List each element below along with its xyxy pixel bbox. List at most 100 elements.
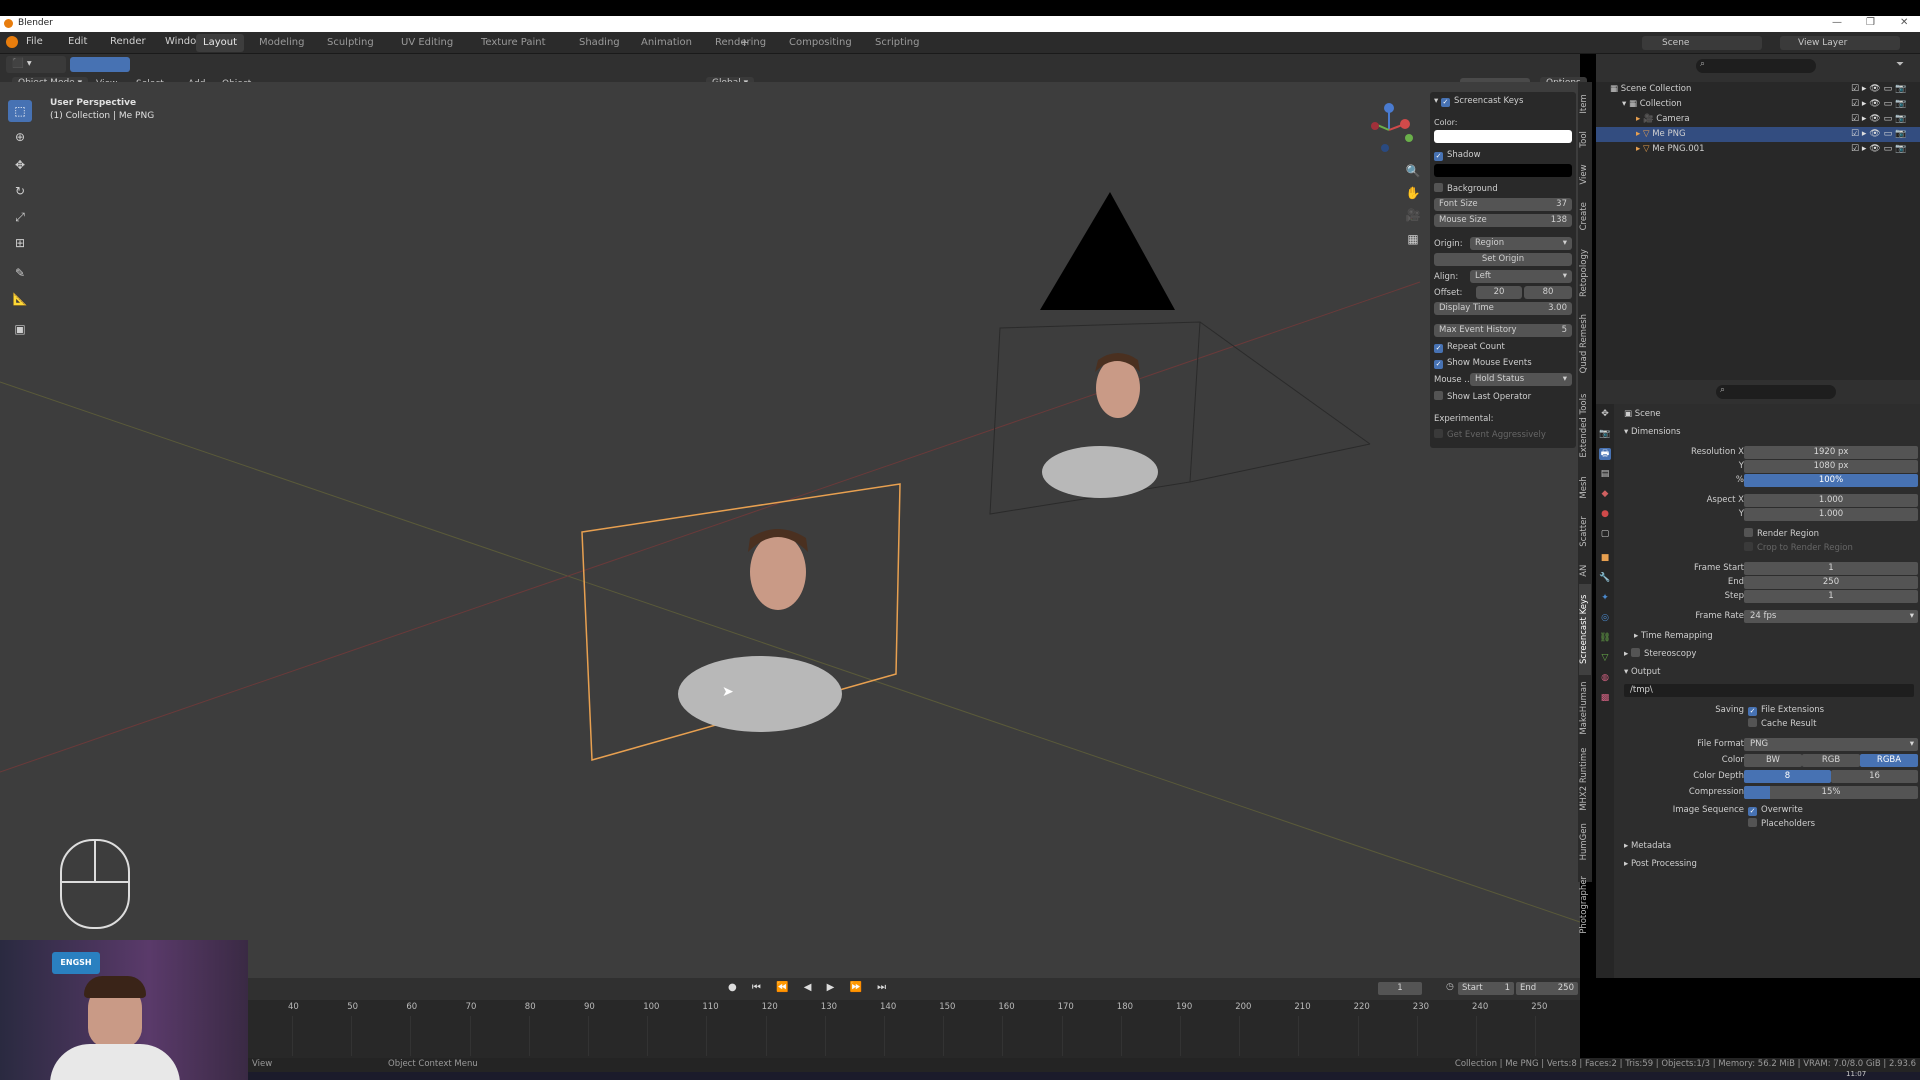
ortho-grid-icon[interactable]: ▦ [1402,228,1424,250]
file-extensions-row[interactable]: ✓ File Extensions [1748,704,1824,717]
get-event-row[interactable]: Get Event Aggressively [1434,428,1574,442]
shadow-color-swatch[interactable] [1434,164,1572,177]
particles-tab-icon[interactable]: ✦ [1599,592,1611,604]
sidebar-tab-mhx2-runtime[interactable]: MHX2 Runtime [1579,742,1591,817]
current-frame-field[interactable]: 1 [1378,982,1422,995]
properties-search-input[interactable] [1716,385,1836,399]
collection-tab-icon[interactable]: ▢ [1599,528,1611,540]
dimensions-section[interactable]: ▾ Dimensions [1624,426,1681,439]
placeholders-checkbox[interactable] [1748,818,1757,827]
origin-dropdown[interactable]: Region ▾ [1470,237,1572,250]
add-cube-tool-icon[interactable]: ▣ [8,318,32,340]
physics-tab-icon[interactable]: ◎ [1599,612,1611,624]
repeat-count-row[interactable]: ✓ Repeat Count [1434,340,1574,354]
workspace-tab-compositing[interactable]: Compositing [782,34,859,52]
res-y-field[interactable]: 1080 px [1744,460,1918,473]
close-icon[interactable]: ✕ [1900,17,1908,28]
menu-file[interactable]: File [26,36,43,47]
shadow-checkbox[interactable]: ✓ [1434,152,1443,161]
render-region-checkbox[interactable] [1744,528,1753,537]
res-x-field[interactable]: 1920 px [1744,446,1918,459]
frame-step-field[interactable]: 1 [1744,590,1918,603]
sidebar-tab-tool[interactable]: Tool [1579,124,1591,156]
sidebar-tab-photographer[interactable]: Photographer [1579,867,1591,942]
display-time-field[interactable]: Display Time 3.00 [1434,302,1572,315]
mouse-size-field[interactable]: Mouse Size 138 [1434,214,1572,227]
repeat-count-checkbox[interactable]: ✓ [1434,344,1443,353]
zoom-icon[interactable]: 🔍 [1402,160,1424,182]
camera-view-icon[interactable]: 🎥 [1402,204,1424,226]
scale-tool-icon[interactable]: ⤢ [8,206,32,228]
frame-end-field[interactable]: 250 [1744,576,1918,589]
workspace-tab-texture-paint[interactable]: Texture Paint [474,34,553,52]
offset-y-field[interactable]: 80 [1524,286,1572,299]
show-mouse-checkbox[interactable]: ✓ [1434,360,1443,369]
overwrite-checkbox[interactable]: ✓ [1748,807,1757,816]
show-last-operator-checkbox[interactable] [1434,391,1443,400]
pan-hand-icon[interactable]: ✋ [1402,182,1424,204]
end-frame-field[interactable]: End 250 [1516,982,1578,995]
file-extensions-checkbox[interactable]: ✓ [1748,707,1757,716]
workspace-tab-animation[interactable]: Animation [634,34,699,52]
compression-slider[interactable]: 15% [1744,786,1918,799]
placeholders-row[interactable]: Placeholders [1748,818,1815,831]
time-remapping-section[interactable]: ▸ Time Remapping [1634,630,1713,643]
timeline-panel[interactable]: 40 50 60 70 80 90 100 110 120 130 140 150 160 170 180 1… [248,1000,1580,1058]
color-bw-button[interactable]: BW [1744,754,1802,767]
frame-rate-dropdown[interactable]: 24 fps ▾ [1744,610,1918,623]
align-dropdown[interactable]: Left ▾ [1470,270,1572,283]
cache-result-checkbox[interactable] [1748,718,1757,727]
world-tab-icon[interactable]: ● [1599,508,1611,520]
me-png-001-plane[interactable] [1042,353,1158,498]
output-section[interactable]: ▾ Output [1624,666,1661,679]
visibility-icons[interactable]: ☑ ▸ 👁 ▭ 📷 ☑ ▸ 👁 ▭ 📷 ☑ ▸ 👁 ▭ 📷 ☑ ▸ 👁 ▭ 📷 ☑ ▸ … [1851,82,1906,157]
color-swatch[interactable] [1434,130,1572,143]
sidebar-tab-makehuman[interactable]: MakeHuman [1579,679,1591,738]
background-row[interactable]: Background [1434,182,1574,196]
stereoscopy-section[interactable]: ▸ Stereoscopy [1624,648,1696,661]
shadow-row[interactable]: ✓ Shadow [1434,148,1574,162]
view-layer-selector[interactable]: View Layer [1780,36,1900,50]
select-box-tool-icon[interactable]: ⬚ [8,100,32,122]
workspace-tab-sculpting[interactable]: Sculpting [320,34,381,52]
navigation-gizmo[interactable] [1365,100,1413,158]
view-layer-tab-icon[interactable]: ▤ [1599,468,1611,480]
sidebar-tab-create[interactable]: Create [1579,195,1591,237]
overwrite-row[interactable]: ✓ Overwrite [1748,804,1803,817]
max-event-history-field[interactable]: Max Event History 5 [1434,324,1572,337]
playback-controls[interactable]: ● ⏮ ⏪ ◀ ▶ ⏩ ⏭ [728,982,892,993]
sidebar-tab-extended-tools[interactable]: Extended Tools [1579,383,1591,469]
sidebar-tab-view[interactable]: View [1579,159,1591,191]
sidebar-tab-an[interactable]: AN [1579,560,1591,581]
sidebar-tab-scatter[interactable]: Scatter [1579,508,1591,556]
rotate-tool-icon[interactable]: ↻ [8,180,32,202]
aspect-x-field[interactable]: 1.000 [1744,494,1918,507]
set-origin-button[interactable]: Set Origin [1434,253,1572,266]
start-frame-field[interactable]: Start 1 [1458,982,1514,995]
material-tab-icon[interactable]: ◍ [1599,672,1611,684]
workspace-tab-modeling[interactable]: Modeling [252,34,312,52]
transform-tool-icon[interactable]: ⊞ [8,232,32,254]
filter-icon[interactable]: ⏷ [1896,59,1904,70]
editor-type-button[interactable]: ⬛ ▾ [6,56,66,73]
tool-tab-icon[interactable]: ✥ [1599,408,1611,420]
show-last-operator-row[interactable]: Show Last Operator [1434,390,1574,404]
workspace-tab-shading[interactable]: Shading [572,34,627,52]
sidebar-tab-mesh[interactable]: Mesh [1579,472,1591,504]
pct-field[interactable]: 100% [1744,474,1918,487]
depth-8-button[interactable]: 8 [1744,770,1831,783]
object-tab-icon[interactable]: ■ [1599,552,1611,564]
scene-selector[interactable]: Scene [1642,36,1762,50]
workspace-tab-layout[interactable]: Layout [196,34,244,52]
render-region-row[interactable]: Render Region [1744,528,1819,541]
workspace-tab-scripting[interactable]: Scripting [868,34,926,52]
file-format-dropdown[interactable]: PNG ▾ [1744,738,1918,751]
cursor-tool-icon[interactable]: ⊕ [8,126,32,148]
render-tab-icon[interactable]: 📷 [1599,428,1611,440]
constraints-tab-icon[interactable]: ⛓ [1599,632,1611,644]
scene-tab-icon[interactable]: ◆ [1599,488,1611,500]
annotate-tool-icon[interactable]: ✎ [8,262,32,284]
get-event-checkbox[interactable] [1434,429,1443,438]
stereoscopy-checkbox[interactable] [1630,648,1640,657]
show-mouse-row[interactable]: ✓ Show Mouse Events [1434,356,1574,370]
